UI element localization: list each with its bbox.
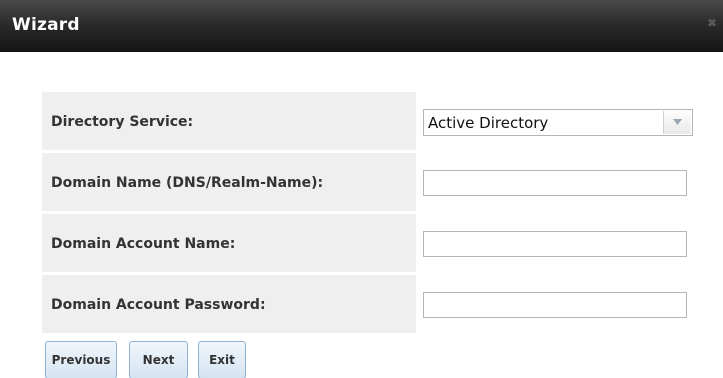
form-row-domain-account-password: Domain Account Password: bbox=[42, 275, 698, 333]
directory-service-select[interactable]: Active Directory bbox=[423, 109, 693, 136]
wizard-window: Wizard ✖ Directory Service: Active Direc… bbox=[0, 0, 723, 378]
directory-service-label: Directory Service: bbox=[51, 114, 194, 130]
label-cell: Domain Name (DNS/Realm-Name): bbox=[42, 153, 416, 211]
directory-service-value: Active Directory bbox=[428, 114, 549, 132]
domain-account-password-label: Domain Account Password: bbox=[51, 297, 266, 313]
window-title: Wizard bbox=[12, 15, 80, 35]
chevron-down-icon bbox=[673, 119, 682, 125]
exit-button[interactable]: Exit bbox=[198, 341, 246, 378]
domain-name-input[interactable] bbox=[423, 170, 687, 196]
form-row-directory-service: Directory Service: Active Directory bbox=[42, 92, 698, 150]
label-cell: Domain Account Name: bbox=[42, 214, 416, 272]
domain-account-name-input[interactable] bbox=[423, 231, 687, 257]
field-cell bbox=[420, 214, 698, 272]
domain-account-name-label: Domain Account Name: bbox=[51, 236, 236, 252]
field-cell bbox=[420, 275, 698, 333]
form-row-domain-name: Domain Name (DNS/Realm-Name): bbox=[42, 153, 698, 211]
dropdown-button[interactable] bbox=[663, 111, 691, 134]
field-cell bbox=[420, 153, 698, 211]
title-bar[interactable]: Wizard ✖ bbox=[0, 0, 723, 52]
domain-name-label: Domain Name (DNS/Realm-Name): bbox=[51, 175, 324, 191]
field-cell: Active Directory bbox=[420, 92, 698, 150]
next-button[interactable]: Next bbox=[129, 341, 188, 378]
label-cell: Domain Account Password: bbox=[42, 275, 416, 333]
form-row-domain-account-name: Domain Account Name: bbox=[42, 214, 698, 272]
wizard-form: Directory Service: Active Directory Doma… bbox=[42, 92, 698, 336]
close-icon[interactable]: ✖ bbox=[705, 16, 719, 30]
domain-account-password-input[interactable] bbox=[423, 292, 687, 318]
label-cell: Directory Service: bbox=[42, 92, 416, 150]
previous-button[interactable]: Previous bbox=[45, 341, 117, 378]
